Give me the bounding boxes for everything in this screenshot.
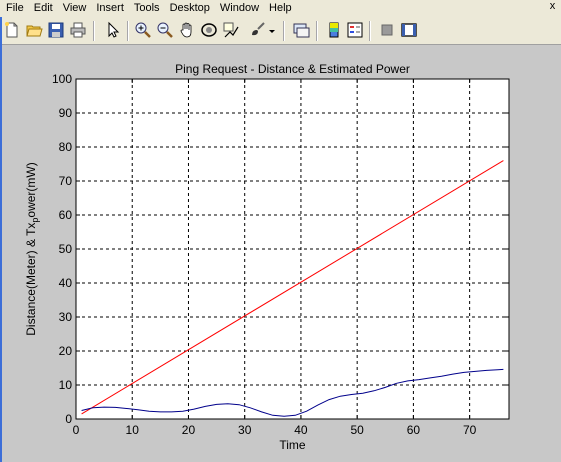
- select-arrow-icon[interactable]: [104, 21, 122, 39]
- x-tick-label: 20: [182, 423, 196, 437]
- y-tick-label: 90: [59, 106, 73, 120]
- menu-view[interactable]: View: [58, 0, 92, 17]
- y-tick-label: 80: [59, 140, 73, 154]
- y-tick-label: 20: [59, 344, 73, 358]
- menu-insert[interactable]: Insert: [91, 0, 129, 17]
- figure-toolbar: [0, 17, 561, 45]
- toolbar-separator: [369, 21, 371, 41]
- legend-icon[interactable]: [346, 21, 364, 39]
- save-icon[interactable]: [47, 21, 65, 39]
- data-cursor-icon[interactable]: [222, 21, 240, 39]
- open-file-icon[interactable]: [25, 21, 43, 39]
- hide-plot-tools-icon[interactable]: [378, 21, 396, 39]
- print-icon[interactable]: [69, 21, 87, 39]
- menu-edit[interactable]: Edit: [29, 0, 58, 17]
- y-tick-label: 60: [59, 208, 73, 222]
- menu-window[interactable]: Window: [215, 0, 264, 17]
- zoom-out-icon[interactable]: [156, 21, 174, 39]
- brush-icon[interactable]: [248, 21, 266, 39]
- zoom-in-icon[interactable]: [134, 21, 152, 39]
- y-tick-label: 40: [59, 276, 73, 290]
- y-axis-label-main: Distance(Meter) & Tx: [24, 223, 38, 336]
- menu-tools[interactable]: Tools: [129, 0, 165, 17]
- y-tick-label: 70: [59, 174, 73, 188]
- y-tick-label: 10: [59, 378, 73, 392]
- x-axis-label: Time: [279, 438, 306, 452]
- x-tick-label: 40: [294, 423, 308, 437]
- x-tick-label: 30: [238, 423, 252, 437]
- menu-file[interactable]: File: [0, 0, 29, 17]
- new-figure-icon[interactable]: [3, 21, 21, 39]
- toolbar-separator: [127, 21, 129, 41]
- y-tick-label: 0: [65, 412, 72, 426]
- menu-bar: File Edit View Insert Tools Desktop Wind…: [0, 0, 561, 17]
- toolbar-separator: [93, 21, 95, 41]
- rotate-3d-icon[interactable]: [200, 21, 218, 39]
- figure-canvas: 0 10 20 30 40 50 60 70 0 10 20 30 40 50 60 70 80 90 100 Pi…: [24, 62, 510, 452]
- y-axis-label: Distance(Meter) & Txpower(mW): [24, 162, 40, 335]
- show-plot-tools-icon[interactable]: [400, 21, 418, 39]
- x-tick-label: 0: [73, 423, 80, 437]
- toolbar-separator: [316, 21, 318, 41]
- close-menubar-icon[interactable]: x: [547, 1, 558, 12]
- link-icon[interactable]: [292, 21, 310, 39]
- colorbar-icon[interactable]: [325, 21, 343, 39]
- chart-title: Ping Request - Distance & Estimated Powe…: [175, 62, 410, 76]
- y-tick-label: 100: [52, 72, 72, 86]
- chevron-down-icon[interactable]: [267, 21, 277, 39]
- pan-hand-icon[interactable]: [178, 21, 196, 39]
- toolbar-separator: [283, 21, 285, 41]
- menu-help[interactable]: Help: [264, 0, 297, 17]
- x-tick-label: 10: [126, 423, 140, 437]
- y-tick-label: 30: [59, 310, 73, 324]
- x-tick-label: 70: [463, 423, 477, 437]
- menu-desktop[interactable]: Desktop: [165, 0, 215, 17]
- y-tick-label: 50: [59, 242, 73, 256]
- x-tick-label: 50: [350, 423, 364, 437]
- y-axis-label-tail: ower(mW): [24, 162, 38, 217]
- x-tick-label: 60: [407, 423, 421, 437]
